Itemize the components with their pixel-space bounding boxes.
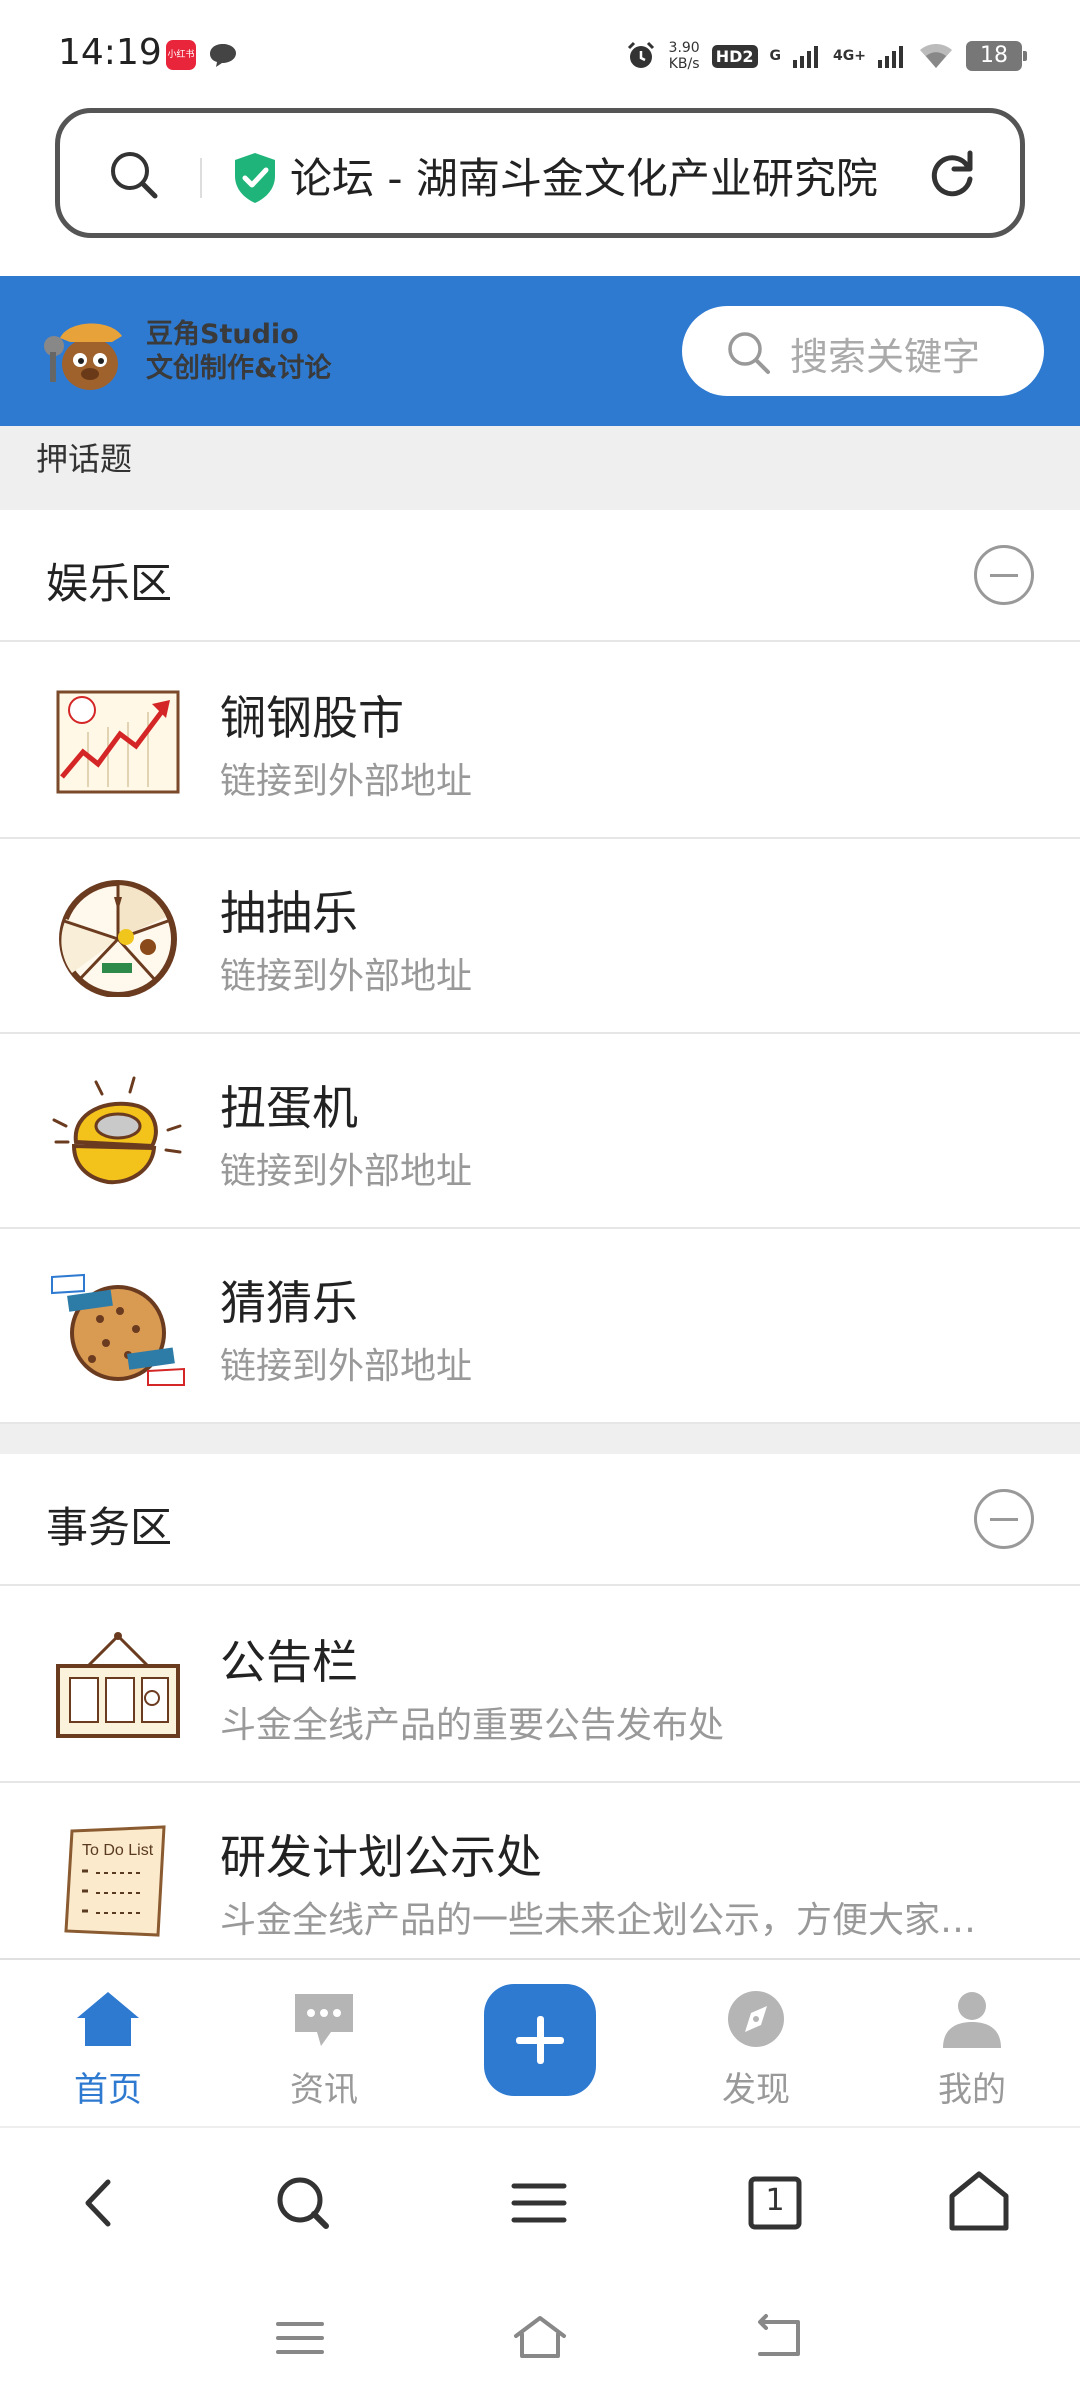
chat-notification-icon <box>210 44 236 67</box>
forum-item-lottery[interactable]: 抽抽乐 链接到外部地址 <box>0 839 1080 1034</box>
gacha-capsule-icon <box>52 1076 182 1185</box>
home-nav-icon[interactable] <box>510 2308 570 2368</box>
tab-count: 1 <box>765 2183 785 2218</box>
forum-name: 扭蛋机 <box>220 1081 358 1135</box>
system-nav-bar <box>0 2270 1080 2400</box>
forum-desc: 斗金全线产品的重要公告发布处 <box>220 1705 725 1746</box>
tab-label: 首页 <box>74 2070 142 2110</box>
forum-name: 研发计划公示处 <box>220 1830 542 1884</box>
chat-bubble-icon <box>295 1994 353 2046</box>
prize-wheel-icon <box>59 880 177 997</box>
tab-home[interactable]: 首页 <box>38 1988 178 2111</box>
user-icon <box>943 1992 1001 2048</box>
signal-4g-label: 4G+ <box>833 48 866 64</box>
site-tabbar: 首页 资讯 发现 我的 <box>0 1958 1080 2126</box>
app-notification-icon: 小红书 <box>166 40 196 70</box>
back-icon[interactable] <box>66 2168 136 2238</box>
recent-apps-icon[interactable] <box>270 2308 330 2368</box>
forum-item-plans[interactable]: To Do List 研发计划公示处 斗金全线产品的一些未来企划公示，方便大家了… <box>0 1783 1080 1978</box>
forum-name: 抽抽乐 <box>220 886 358 940</box>
logo-title: 豆角Studio <box>146 319 299 350</box>
bulletin-board-icon <box>56 1632 180 1738</box>
forum-item-guess[interactable]: 猜猜乐 链接到外部地址 <box>0 1229 1080 1424</box>
section-gap <box>0 1424 1080 1454</box>
signal-bars-icon <box>793 46 819 68</box>
tabs-button[interactable]: 1 <box>740 2168 810 2238</box>
forum-name: 猜猜乐 <box>220 1276 358 1330</box>
compass-icon <box>728 1991 784 2047</box>
battery-indicator: 18 <box>966 41 1027 71</box>
subheader-label[interactable]: 押话题 <box>36 434 132 480</box>
back-nav-icon[interactable] <box>750 2308 810 2368</box>
url-page-title[interactable]: 论坛 - 湖南斗金文化产业研究院 <box>290 145 940 206</box>
section-header-entertainment[interactable]: 娱乐区 <box>0 510 1080 642</box>
site-header: 豆角Studio 文创制作&讨论 搜索关键字 <box>0 276 1080 426</box>
todo-icon-text: To Do List <box>82 1842 154 1859</box>
tab-news[interactable]: 资讯 <box>254 1988 394 2111</box>
todo-list-icon: To Do List <box>64 1825 166 1937</box>
section-header-affairs[interactable]: 事务区 <box>0 1454 1080 1586</box>
section-title: 事务区 <box>46 1503 173 1552</box>
stock-chart-icon <box>56 690 180 794</box>
browser-toolbar: 1 <box>0 2126 1080 2270</box>
forum-desc: 链接到外部地址 <box>220 1346 473 1387</box>
net-speed-unit: KB/s <box>668 56 700 72</box>
forum-desc: 链接到外部地址 <box>220 761 473 802</box>
forum-name: 锎钢股市 <box>220 691 404 745</box>
home-icon <box>77 1992 139 2046</box>
tab-label: 资讯 <box>290 2070 358 2110</box>
hd-voice-badge: HD2 <box>711 44 758 68</box>
secure-shield-icon <box>235 153 275 203</box>
search-icon[interactable] <box>268 2168 338 2238</box>
topic-subheader: 押话题 <box>0 426 1080 510</box>
add-post-button[interactable] <box>484 1984 596 2096</box>
forum-desc: 链接到外部地址 <box>220 956 473 997</box>
tab-discover[interactable]: 发现 <box>686 1988 826 2111</box>
net-speed: 3.90 KB/s <box>669 40 700 72</box>
signal-bars-2-icon <box>878 46 903 68</box>
search-icon[interactable] <box>108 149 160 201</box>
forum-item-bulletin[interactable]: 公告栏 斗金全线产品的重要公告发布处 <box>0 1588 1080 1783</box>
url-divider <box>200 158 202 198</box>
search-placeholder: 搜索关键字 <box>790 335 981 379</box>
search-icon <box>728 332 770 374</box>
status-bar: 14:19 小红书 3.90 KB/s HD2 G 4G+ 18 <box>0 0 1080 110</box>
status-indicators: 3.90 KB/s HD2 G 4G+ 18 <box>625 34 1027 78</box>
forum-desc: 链接到外部地址 <box>220 1151 473 1192</box>
cookie-guess-icon <box>51 1273 185 1386</box>
signal-g-label: G <box>769 48 782 64</box>
reload-icon[interactable] <box>924 147 980 203</box>
collapse-icon[interactable] <box>974 545 1034 605</box>
wifi-icon <box>920 44 952 68</box>
tab-mine[interactable]: 我的 <box>902 1988 1042 2111</box>
forum-item-stock[interactable]: 锎钢股市 链接到外部地址 <box>0 644 1080 839</box>
forum-desc: 斗金全线产品的一些未来企划公示，方便大家了解 <box>220 1900 1010 1941</box>
tab-label: 发现 <box>722 2070 790 2110</box>
logo-subtitle: 文创制作&讨论 <box>146 353 332 384</box>
section-title: 娱乐区 <box>46 559 173 608</box>
forum-name: 公告栏 <box>220 1635 358 1689</box>
mascot-logo-icon[interactable] <box>40 312 132 394</box>
menu-icon[interactable] <box>504 2168 574 2238</box>
forum-item-gacha[interactable]: 扭蛋机 链接到外部地址 <box>0 1034 1080 1229</box>
status-time: 14:19 <box>58 32 162 73</box>
site-search-box[interactable]: 搜索关键字 <box>682 306 1044 396</box>
net-speed-value: 3.90 <box>668 40 700 56</box>
browser-url-bar[interactable]: 论坛 - 湖南斗金文化产业研究院 <box>55 108 1025 238</box>
tab-label: 我的 <box>938 2070 1006 2110</box>
home-icon[interactable] <box>944 2168 1014 2238</box>
collapse-icon[interactable] <box>974 1489 1034 1549</box>
alarm-icon <box>627 41 654 68</box>
